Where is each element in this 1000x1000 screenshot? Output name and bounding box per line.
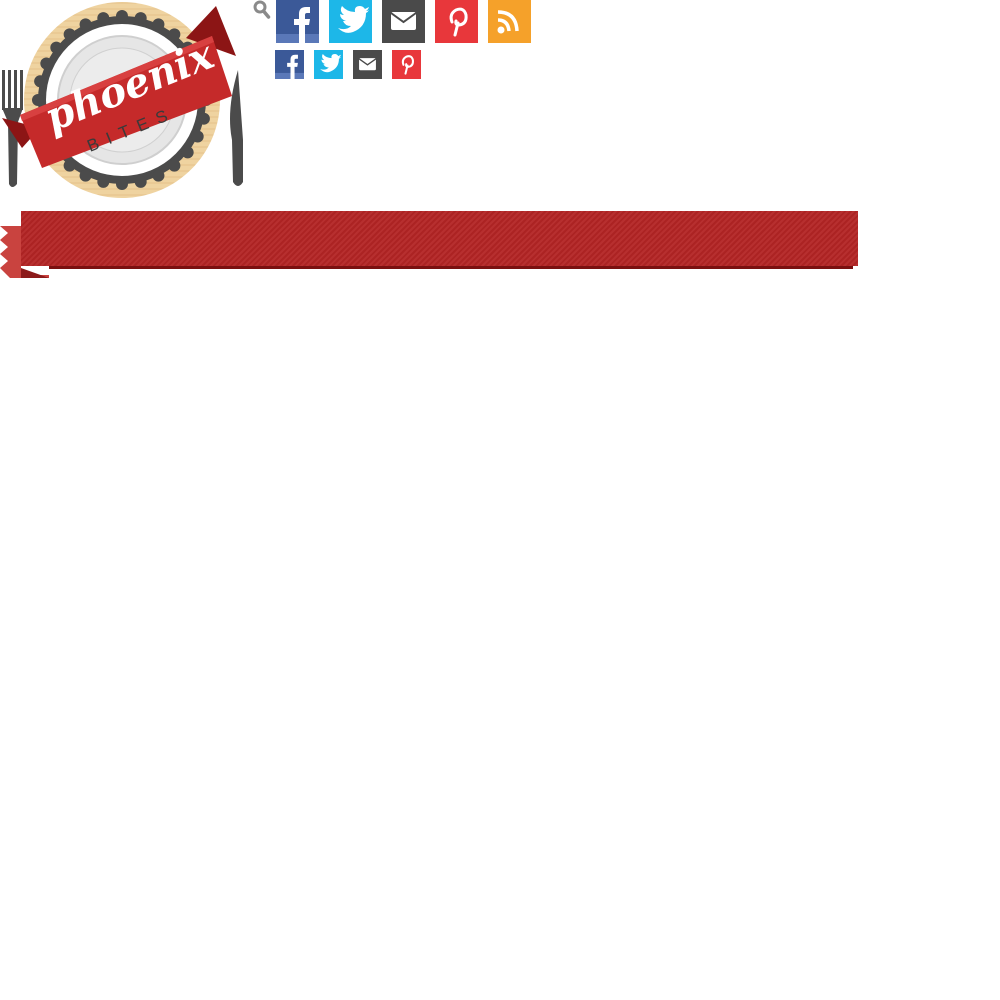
twitter-icon	[329, 0, 372, 43]
facebook-button-small[interactable]	[275, 50, 304, 79]
nav-bar	[21, 211, 858, 266]
pinterest-icon	[435, 0, 478, 43]
email-button-small[interactable]	[353, 50, 382, 79]
twitter-button-large[interactable]	[329, 0, 372, 43]
nav-bar-shadow	[49, 266, 853, 269]
email-icon	[382, 0, 425, 43]
site-logo[interactable]: phoenix BITES	[0, 0, 250, 200]
twitter-button-small[interactable]	[314, 50, 343, 79]
pinterest-icon	[392, 50, 421, 79]
pinterest-button-large[interactable]	[435, 0, 478, 43]
facebook-button-large[interactable]	[276, 0, 319, 43]
nav-ribbon	[0, 211, 860, 281]
pinterest-button-small[interactable]	[392, 50, 421, 79]
email-icon	[353, 50, 382, 79]
rss-button-large[interactable]	[488, 0, 531, 43]
email-button-large[interactable]	[382, 0, 425, 43]
facebook-icon	[276, 0, 319, 43]
rss-icon	[488, 0, 531, 43]
facebook-icon	[275, 50, 304, 79]
search-icon[interactable]	[253, 0, 271, 20]
twitter-icon	[314, 50, 343, 79]
